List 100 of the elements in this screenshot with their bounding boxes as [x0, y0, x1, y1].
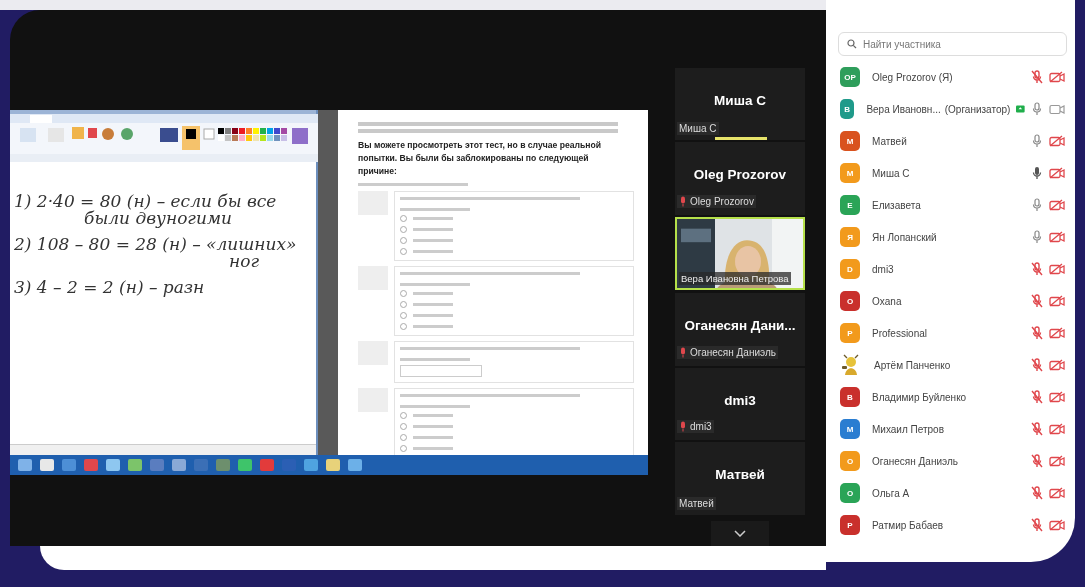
- mic-icon[interactable]: [1031, 230, 1043, 244]
- participant-row[interactable]: O Оганесян Даниэль: [838, 445, 1067, 477]
- video-tile[interactable]: Вера Ивановна Петрова: [675, 216, 805, 291]
- participant-name: Миша С: [713, 92, 767, 110]
- video-off-icon[interactable]: [1049, 519, 1065, 531]
- participant-tile[interactable]: Оганесян Дани... Оганесян Даниэль: [675, 293, 805, 368]
- muted-mic-icon[interactable]: [1031, 518, 1043, 532]
- participant-name: Михаил Петров: [872, 423, 944, 435]
- video-off-icon[interactable]: [1049, 199, 1065, 211]
- participant-name: Елизавета: [872, 199, 921, 211]
- mic-icon[interactable]: [1031, 134, 1043, 148]
- participant-row[interactable]: В Владимир Буйленко: [838, 381, 1067, 413]
- participant-label: Oleg Prozorov: [690, 195, 754, 207]
- participant-name: Oleg Prozorov: [692, 166, 788, 185]
- participant-row[interactable]: O Ольга А: [838, 477, 1067, 509]
- page-heading: Вы можете просмотреть этот тест, но в случае реальной попытки. Вы были бы заблокированы по следующей причине:: [358, 139, 602, 178]
- participant-name: dmi3: [872, 263, 894, 275]
- handwritten-text: были двуногими: [84, 209, 232, 227]
- muted-mic-icon[interactable]: [1031, 70, 1043, 84]
- mic-icon[interactable]: [1031, 198, 1043, 212]
- avatar: D: [840, 259, 860, 279]
- avatar: E: [840, 195, 860, 215]
- participant-label: dmi3: [690, 421, 712, 433]
- video-off-icon[interactable]: [1049, 391, 1065, 403]
- muted-mic-icon: [679, 421, 687, 433]
- participant-label: Матвей: [679, 497, 714, 509]
- participant-name: Ратмир Бабаев: [872, 519, 944, 531]
- role-label: (Организатор): [944, 103, 1011, 115]
- search-input[interactable]: Найти участника: [861, 37, 1045, 51]
- participant-name: Артём Панченко: [874, 359, 951, 371]
- participant-name: Миша С: [872, 167, 910, 179]
- participant-row[interactable]: Артём Панченко: [838, 349, 1067, 381]
- muted-mic-icon[interactable]: [1031, 486, 1043, 500]
- audio-level-bar: [715, 137, 767, 141]
- video-off-icon[interactable]: [1049, 263, 1065, 275]
- avatar: O: [840, 483, 860, 503]
- video-off-icon[interactable]: [1049, 359, 1065, 371]
- mic-icon[interactable]: [1031, 166, 1043, 180]
- video-off-icon[interactable]: [1049, 455, 1065, 467]
- avatar: P: [840, 323, 860, 343]
- handwritten-text: 3) 4 – 2 = 2 (н) – разн: [14, 276, 205, 299]
- participant-name: Владимир Буйленко: [872, 391, 967, 403]
- mic-icon[interactable]: [1031, 102, 1043, 116]
- participant-row[interactable]: M Миша С: [838, 157, 1067, 189]
- avatar: В: [840, 99, 855, 119]
- participant-row[interactable]: O Oxana: [838, 285, 1067, 317]
- muted-mic-icon[interactable]: [1031, 422, 1043, 436]
- video-off-icon[interactable]: [1049, 71, 1065, 83]
- avatar: P: [840, 515, 860, 535]
- participant-row[interactable]: P Professional: [838, 317, 1067, 349]
- participant-tile[interactable]: Oleg Prozorov Oleg Prozorov: [675, 142, 805, 217]
- participant-tile[interactable]: Матвей Матвей: [675, 442, 805, 517]
- chevron-down-icon: [734, 529, 746, 537]
- participant-row[interactable]: D dmi3: [838, 253, 1067, 285]
- handwritten-text: 1) 2·40 = 80 (н) – если бы все: [14, 190, 277, 211]
- participant-name: Матвей: [872, 135, 907, 147]
- avatar: M: [840, 131, 860, 151]
- muted-mic-icon[interactable]: [1031, 454, 1043, 468]
- participant-label: Миша С: [679, 123, 717, 135]
- participant-name: Ольга А: [872, 487, 910, 499]
- avatar: M: [840, 163, 860, 183]
- participant-name: Oxana: [872, 295, 902, 307]
- participant-name: Ян Лопанский: [872, 231, 937, 243]
- muted-mic-icon: [679, 195, 687, 207]
- participant-row[interactable]: E Елизавета: [838, 189, 1067, 221]
- video-off-icon[interactable]: [1049, 487, 1065, 499]
- participant-name: Матвей: [714, 466, 766, 485]
- video-off-icon[interactable]: [1049, 167, 1065, 179]
- participant-row[interactable]: M Михаил Петров: [838, 413, 1067, 445]
- search-field[interactable]: Найти участника: [838, 32, 1067, 56]
- avatar: O: [840, 451, 860, 471]
- participant-name: Оганесян Даниэль: [872, 455, 958, 467]
- participant-row[interactable]: P Ратмир Бабаев: [838, 509, 1067, 541]
- muted-mic-icon[interactable]: [1031, 294, 1043, 308]
- participant-row[interactable]: Я Ян Лопанский: [838, 221, 1067, 253]
- participant-tile[interactable]: dmi3 dmi3: [675, 367, 805, 443]
- participant-row[interactable]: OP Oleg Prozorov (Я): [838, 61, 1067, 93]
- participant-name: Оганесян Дани...: [683, 317, 797, 336]
- avatar: В: [840, 387, 860, 407]
- video-off-icon[interactable]: [1049, 231, 1065, 243]
- participant-row[interactable]: В Вера Ивановн... (Организатор): [838, 93, 1067, 125]
- muted-mic-icon[interactable]: [1031, 262, 1043, 276]
- participant-row[interactable]: M Матвей: [838, 125, 1067, 157]
- muted-mic-icon[interactable]: [1031, 390, 1043, 404]
- muted-mic-icon[interactable]: [1031, 326, 1043, 340]
- participant-label: Оганесян Даниэль: [690, 346, 776, 358]
- participant-name: Oleg Prozorov (Я): [872, 71, 953, 83]
- muted-mic-icon[interactable]: [1031, 358, 1043, 372]
- video-off-icon[interactable]: [1049, 135, 1065, 147]
- avatar: Я: [840, 227, 860, 247]
- video-off-icon[interactable]: [1049, 327, 1065, 339]
- participant-tile[interactable]: Миша С Миша С: [675, 68, 805, 143]
- scroll-down-button[interactable]: [711, 520, 769, 546]
- video-off-icon[interactable]: [1049, 423, 1065, 435]
- video-camera-icon[interactable]: [1049, 103, 1065, 115]
- participant-name: Вера Ивановн...: [866, 103, 941, 115]
- video-off-icon[interactable]: [1049, 295, 1065, 307]
- avatar: OP: [840, 67, 860, 87]
- muted-mic-icon: [679, 346, 687, 358]
- avatar: O: [840, 291, 860, 311]
